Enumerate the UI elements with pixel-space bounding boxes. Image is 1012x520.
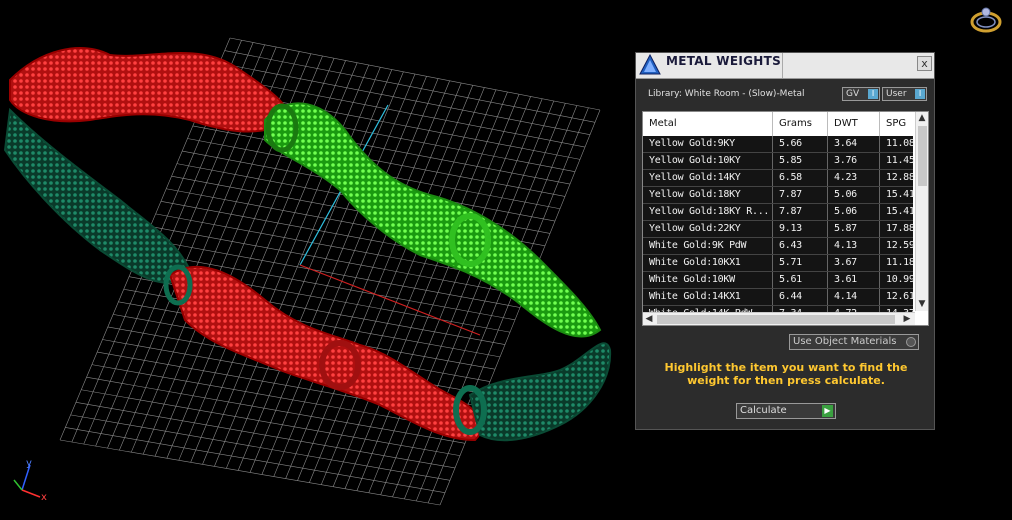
- radio-icon: [906, 337, 916, 347]
- table-row[interactable]: Yellow Gold:18KY R... 7.87 5.06 15.41: [643, 204, 915, 221]
- axis-y-label: y: [26, 458, 32, 469]
- cell-dwt: 5.87: [828, 221, 880, 237]
- horizontal-scrollbar[interactable]: ◀ ▶: [643, 312, 915, 325]
- gv-label: GV: [846, 89, 860, 99]
- cell-dwt: 5.06: [828, 187, 880, 203]
- cell-spg: 11.45: [886, 155, 915, 166]
- cell-metal: Yellow Gold:10KY: [643, 153, 773, 169]
- cell-dwt: 4.23: [828, 170, 880, 186]
- column-header-spg[interactable]: SPG: [880, 112, 920, 136]
- cell-dwt: 3.67: [828, 255, 880, 271]
- cell-spg: 11.08: [886, 138, 915, 149]
- cell-spg: 17.88: [886, 223, 915, 234]
- panel-title: METAL WEIGHTS: [666, 54, 782, 68]
- link-teal-left[interactable]: [3, 107, 192, 284]
- cell-grams: 5.85: [773, 153, 828, 169]
- cell-metal: Yellow Gold:18KY: [643, 187, 773, 203]
- cell-spg: 10.99: [886, 274, 915, 285]
- cell-grams: 7.87: [773, 187, 828, 203]
- grid-line: [65, 427, 446, 493]
- cell-spg: 12.88: [886, 172, 915, 183]
- cell-dwt: 4.14: [828, 289, 880, 305]
- metal-weights-panel: METAL WEIGHTS x Library: White Room - (S…: [635, 52, 935, 430]
- calculate-button[interactable]: Calculate ▶: [736, 403, 836, 419]
- user-toggle[interactable]: User I: [882, 87, 927, 101]
- title-divider: [782, 53, 783, 78]
- table-row[interactable]: Yellow Gold:14KY 6.58 4.23 12.88: [643, 170, 915, 187]
- scroll-left-icon[interactable]: ◀: [643, 313, 655, 325]
- column-header-metal[interactable]: Metal: [643, 112, 773, 136]
- cell-grams: 6.58: [773, 170, 828, 186]
- table-row[interactable]: White Gold:10KX1 5.71 3.67 11.18: [643, 255, 915, 272]
- cell-metal: Yellow Gold:18KY R...: [643, 204, 773, 220]
- cell-grams: 5.66: [773, 136, 828, 152]
- cell-grams: 7.87: [773, 204, 828, 220]
- gv-toggle[interactable]: GV I: [842, 87, 880, 101]
- grid-line: [70, 414, 451, 481]
- column-header-grams[interactable]: Grams: [773, 112, 828, 136]
- cell-spg: 12.59: [886, 240, 915, 251]
- cell-dwt: 3.76: [828, 153, 880, 169]
- instruction-text: Highlight the item you want to find the …: [664, 361, 908, 387]
- table-row[interactable]: Yellow Gold:18KY 7.87 5.06 15.41: [643, 187, 915, 204]
- horizontal-scroll-thumb[interactable]: [657, 315, 895, 324]
- table-row[interactable]: Yellow Gold:10KY 5.85 3.76 11.45: [643, 153, 915, 170]
- cell-metal: Yellow Gold:22KY: [643, 221, 773, 237]
- vertical-scroll-thumb[interactable]: [918, 126, 927, 186]
- link-red-top-left[interactable]: [9, 47, 292, 133]
- cell-grams: 5.71: [773, 255, 828, 271]
- cell-grams: 6.43: [773, 238, 828, 254]
- use-object-materials-label: Use Object Materials: [793, 336, 897, 347]
- cell-dwt: 3.61: [828, 272, 880, 288]
- ring-icon[interactable]: [970, 7, 1002, 33]
- table-row[interactable]: White Gold:9K PdW 6.43 4.13 12.59: [643, 238, 915, 255]
- vertical-scrollbar[interactable]: ▲ ▼: [915, 112, 928, 311]
- panel-titlebar[interactable]: METAL WEIGHTS x: [636, 53, 934, 79]
- link-teal-right[interactable]: [468, 342, 612, 442]
- metal-table[interactable]: Metal Grams DWT SPG Yellow Gold:9KY 5.66 3…: [642, 111, 929, 326]
- use-object-materials-toggle[interactable]: Use Object Materials: [789, 334, 919, 350]
- cell-metal: White Gold:10KX1: [643, 255, 773, 271]
- table-header: Metal Grams DWT SPG: [643, 112, 913, 137]
- cell-metal: White Gold:9K PdW: [643, 238, 773, 254]
- cell-grams: 5.61: [773, 272, 828, 288]
- toggle-icon: I: [868, 89, 878, 99]
- table-row[interactable]: Yellow Gold:9KY 5.66 3.64 11.08: [643, 136, 915, 153]
- axis-x-label: x: [41, 492, 47, 503]
- scroll-right-icon[interactable]: ▶: [901, 313, 913, 325]
- cell-dwt: 4.13: [828, 238, 880, 254]
- grid-line: [59, 439, 441, 506]
- cell-spg: 15.41: [886, 206, 915, 217]
- play-icon: ▶: [822, 405, 833, 417]
- table-row[interactable]: Yellow Gold:22KY 9.13 5.87 17.88: [643, 221, 915, 238]
- cell-grams: 9.13: [773, 221, 828, 237]
- cell-spg: 15.41: [886, 189, 915, 200]
- scroll-down-icon[interactable]: ▼: [916, 298, 928, 310]
- cell-spg: 11.18: [886, 257, 915, 268]
- bracelet-model[interactable]: [3, 47, 612, 442]
- cell-dwt: 5.06: [828, 204, 880, 220]
- calculate-label: Calculate: [740, 405, 787, 416]
- axis-gizmo: y x: [13, 458, 47, 503]
- cell-spg: 12.61: [886, 291, 915, 302]
- scroll-up-icon[interactable]: ▲: [916, 112, 928, 124]
- column-header-dwt[interactable]: DWT: [828, 112, 880, 136]
- table-row[interactable]: White Gold:14KX1 6.44 4.14 12.61: [643, 289, 915, 306]
- cell-metal: White Gold:10KW: [643, 272, 773, 288]
- user-label: User: [886, 89, 907, 99]
- table-body: Yellow Gold:9KY 5.66 3.64 11.08 Yellow Gold:…: [643, 136, 915, 323]
- cell-dwt: 3.64: [828, 136, 880, 152]
- close-button[interactable]: x: [917, 56, 932, 71]
- library-label: Library: White Room - (Slow)-Metal: [648, 89, 805, 99]
- cell-grams: 6.44: [773, 289, 828, 305]
- cell-metal: White Gold:14KX1: [643, 289, 773, 305]
- toggle-icon: I: [915, 89, 925, 99]
- matrix-logo-icon: [639, 54, 661, 75]
- table-row[interactable]: White Gold:10KW 5.61 3.61 10.99: [643, 272, 915, 289]
- x-axis-line: [299, 264, 481, 336]
- cell-metal: Yellow Gold:9KY: [643, 136, 773, 152]
- cell-metal: Yellow Gold:14KY: [643, 170, 773, 186]
